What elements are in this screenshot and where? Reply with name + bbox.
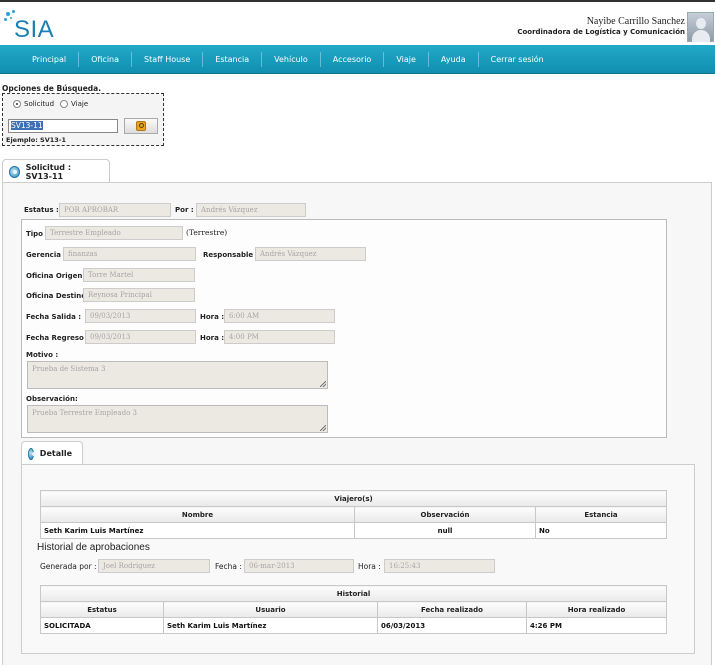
main-nav: Principal Oficina Staff House Estancia V…: [0, 45, 715, 74]
travelers-header-estancia: Estancia: [535, 506, 667, 523]
search-options: Opciones de Búsqueda. Solicitud Viaje SV…: [2, 84, 164, 146]
avatar[interactable]: [687, 12, 714, 42]
sia-logo[interactable]: SIA: [2, 8, 62, 44]
search-example: Ejemplo: SV13-1: [6, 136, 67, 144]
travelers-header-nombre: Nombre: [40, 506, 355, 523]
por-label: Por :: [175, 206, 194, 214]
avatar-head-icon: [696, 18, 706, 29]
tab-detalle[interactable]: Detalle: [21, 441, 83, 465]
fecha-salida-label: Fecha Salida :: [26, 313, 82, 321]
search-panel: Solicitud Viaje SV13-11 Ejemplo: SV13-1: [2, 93, 164, 146]
logo-text: SIA: [14, 16, 55, 43]
nav-items: Principal Oficina Staff House Estancia V…: [20, 45, 556, 74]
history-header-hora: Hora realizado: [526, 601, 667, 618]
search-title: Opciones de Búsqueda.: [2, 84, 102, 93]
history-header-fecha: Fecha realizado: [377, 601, 527, 618]
radio-viaje[interactable]: [60, 100, 69, 108]
nav-item-estancia[interactable]: Estancia: [203, 52, 263, 67]
hora-salida-label: Hora :: [200, 313, 225, 321]
search-input[interactable]: SV13-11: [8, 119, 118, 133]
fecha-regreso-label: Fecha Regreso :: [26, 334, 90, 342]
nav-item-principal[interactable]: Principal: [20, 52, 80, 67]
gerencia-label: Gerencia :: [26, 251, 67, 259]
responsable-label: Responsable :: [203, 251, 259, 259]
nav-item-ayuda[interactable]: Ayuda: [429, 52, 479, 67]
tab-expand-icon: [9, 165, 20, 178]
radio-solicitud-label[interactable]: Solicitud: [24, 100, 54, 108]
traveler-nombre: Seth Karim Luis Martínez: [40, 522, 355, 539]
tab-solicitud[interactable]: Solicitud : SV13-11: [2, 159, 110, 183]
search-type-radios: Solicitud Viaje: [13, 100, 88, 108]
nav-item-viaje[interactable]: Viaje: [384, 52, 429, 67]
hora-field[interactable]: 16:25:43: [384, 559, 495, 573]
traveler-estancia: No: [535, 522, 667, 539]
travelers-table: Viajero(s) Nombre Observación Estancia S…: [40, 490, 667, 539]
header: SIA Nayibe Carrillo Sanchez Coordinadora…: [0, 2, 715, 44]
tipo-field[interactable]: Terrestre Empleado: [45, 226, 183, 240]
history-hora: 4:26 PM: [526, 617, 667, 634]
table-row: SOLICITADA Seth Karim Luis Martínez 06/0…: [40, 617, 667, 634]
generada-por-field[interactable]: Joel Rodriguez: [98, 559, 210, 573]
search-input-value: SV13-11: [11, 121, 43, 130]
tab-solicitud-label: Solicitud : SV13-11: [25, 162, 72, 181]
user-name: Nayibe Carrillo Sanchez: [586, 16, 685, 27]
fecha-salida-field[interactable]: 09/03/2013: [85, 309, 196, 323]
nav-item-vehiculo[interactable]: Vehículo: [262, 52, 321, 67]
oficina-origen-field[interactable]: Torre Martel: [83, 268, 195, 282]
approval-heading: Historial de aprobaciones: [37, 542, 150, 553]
tab-detalle-expand-icon: [28, 447, 36, 460]
generada-por-label: Generada por :: [40, 562, 97, 571]
observacion-label: Observación:: [26, 395, 78, 403]
nav-item-oficina[interactable]: Oficina: [79, 52, 133, 67]
nav-item-staff-house[interactable]: Staff House: [132, 52, 204, 67]
fecha-regreso-field[interactable]: 09/03/2013: [85, 330, 196, 344]
fecha-label: Fecha :: [215, 562, 242, 571]
history-fecha: 06/03/2013: [377, 617, 527, 634]
tab-detalle-label: Detalle: [39, 449, 72, 458]
history-header-estatus: Estatus: [40, 601, 164, 618]
history-estatus: SOLICITADA: [40, 617, 164, 634]
motivo-label: Motivo :: [26, 351, 59, 359]
traveler-observacion: null: [354, 522, 536, 539]
avatar-body-icon: [692, 30, 710, 42]
history-usuario: Seth Karim Luis Martínez: [163, 617, 378, 634]
hora-label: Hora :: [358, 562, 381, 571]
gerencia-field[interactable]: finanzas: [63, 247, 196, 261]
oficina-destino-field[interactable]: Reynosa Principal: [83, 288, 195, 302]
tipo-note: (Terrestre): [186, 228, 228, 237]
nav-item-accesorio[interactable]: Accesorio: [321, 52, 385, 67]
travelers-caption: Viajero(s): [40, 490, 667, 507]
nav-item-cerrar-sesion[interactable]: Cerrar sesión: [479, 52, 556, 67]
table-row: Seth Karim Luis Martínez null No: [40, 522, 667, 539]
estatus-field[interactable]: POR APROBAR: [59, 203, 171, 217]
search-button[interactable]: [124, 118, 158, 134]
oficina-origen-label: Oficina Origen :: [26, 272, 88, 280]
history-caption: Historial: [40, 585, 667, 602]
radio-solicitud[interactable]: [13, 100, 21, 108]
hora-salida-field[interactable]: 6:00 AM: [224, 309, 335, 323]
search-icon: [136, 121, 146, 131]
observacion-textarea[interactable]: Prueba Terrestre Empleado 3: [27, 405, 328, 433]
hora-regreso-label: Hora :: [200, 334, 225, 342]
hora-regreso-field[interactable]: 4:00 PM: [224, 330, 335, 344]
estatus-label: Estatus :: [24, 206, 59, 214]
responsable-field[interactable]: Andrés Vázquez: [255, 247, 366, 261]
motivo-textarea[interactable]: Prueba de Sistema 3: [27, 361, 328, 389]
oficina-destino-label: Oficina Destino :: [26, 292, 92, 300]
por-field[interactable]: Andrés Vázquez: [196, 203, 306, 217]
radio-viaje-label[interactable]: Viaje: [71, 100, 88, 108]
fecha-field[interactable]: 06-mar-2013: [244, 559, 354, 573]
history-header-usuario: Usuario: [163, 601, 378, 618]
travelers-header-observacion: Observación: [354, 506, 536, 523]
history-table: Historial Estatus Usuario Fecha realizad…: [40, 585, 667, 634]
user-role: Coordinadora de Logística y Comunicación: [517, 28, 685, 36]
